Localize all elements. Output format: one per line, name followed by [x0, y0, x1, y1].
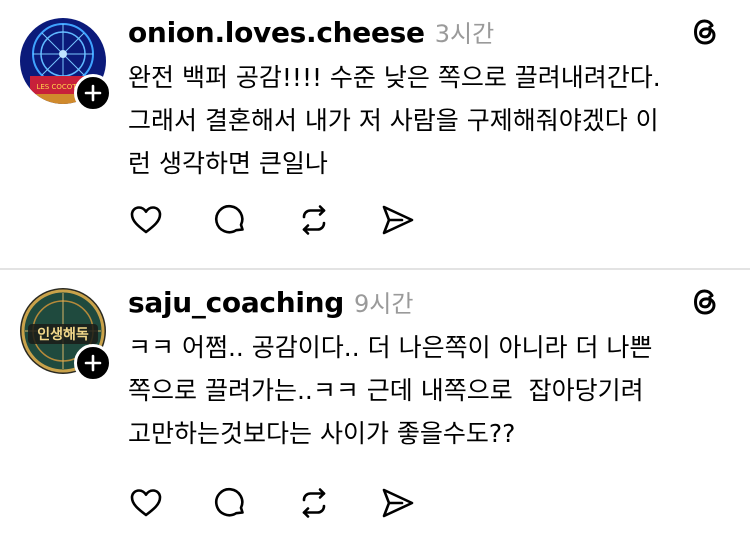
username[interactable]: onion.loves.cheese — [128, 16, 425, 49]
threads-logo-icon[interactable] — [690, 16, 722, 48]
repost-button[interactable] — [296, 485, 332, 521]
like-button[interactable] — [128, 485, 164, 521]
repost-icon — [302, 205, 326, 235]
timestamp[interactable]: 3시간 — [435, 14, 494, 49]
follow-button[interactable] — [74, 344, 112, 382]
share-icon — [382, 205, 414, 235]
reply-post-2: 인생해독 saju_coaching 9시간 ㅋㅋ 어쩜.. 공감이다.. 더 … — [0, 270, 750, 536]
repost-icon — [302, 488, 326, 518]
share-button[interactable] — [380, 202, 416, 238]
comment-button[interactable] — [212, 485, 248, 521]
post-text: 완전 백퍼 공감!!!! 수준 낮은 쪽으로 끌려내려간다. 그래서 결혼해서 … — [128, 63, 661, 178]
post-header: saju_coaching 9시간 — [128, 284, 413, 324]
share-button[interactable] — [380, 485, 416, 521]
heart-icon — [130, 206, 162, 234]
avatar-group: 인생해독 — [20, 288, 112, 382]
avatar-text: 인생해독 — [37, 326, 89, 343]
share-icon — [382, 488, 414, 518]
plus-icon — [84, 84, 102, 102]
heart-icon — [130, 489, 162, 517]
comment-icon — [215, 204, 244, 234]
follow-button[interactable] — [74, 74, 112, 112]
timestamp[interactable]: 9시간 — [354, 284, 413, 319]
threads-logo-icon[interactable] — [690, 286, 722, 318]
action-bar — [128, 485, 464, 521]
username[interactable]: saju_coaching — [128, 286, 344, 319]
reply-post-1: LES COCOTTES onion.loves.cheese 3시간 완전 백… — [0, 0, 750, 268]
post-header: onion.loves.cheese 3시간 — [128, 14, 494, 54]
like-button[interactable] — [128, 202, 164, 238]
comment-button[interactable] — [212, 202, 248, 238]
repost-button[interactable] — [296, 202, 332, 238]
plus-icon — [84, 354, 102, 372]
comment-icon — [215, 487, 244, 517]
action-bar — [128, 202, 464, 238]
avatar-group: LES COCOTTES — [20, 18, 112, 112]
post-text: ㅋㅋ 어쩜.. 공감이다.. 더 나은쪽이 아니라 더 나쁜 쪽으로 끌려가는.… — [128, 333, 653, 448]
